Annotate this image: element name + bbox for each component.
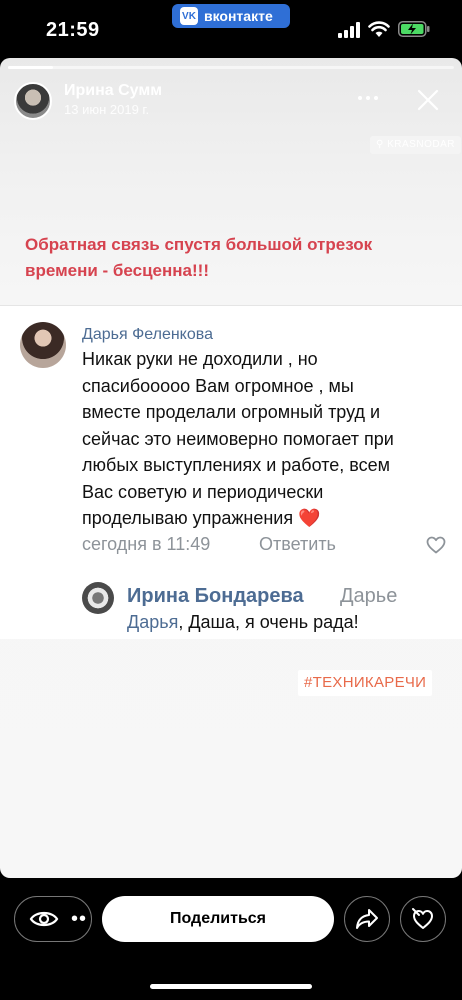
story-headline: Обратная связь спустя большой отрезок вр… [25, 235, 373, 280]
react-button[interactable] [400, 896, 446, 942]
location-pin-icon: ⚲ [376, 139, 388, 150]
reply-text: Дарья, Даша, я очень рада! [127, 612, 359, 633]
like-heart-icon [426, 536, 446, 554]
status-bar: 21:59 VK вконтакте [0, 0, 462, 58]
comment-body: Никак руки не доходили , но спасибооооо … [82, 349, 394, 528]
author-name[interactable]: Ирина Сумм [64, 82, 162, 100]
commenter-name: Дарья Феленкова [82, 326, 213, 343]
comment-time: сегодня в 11:49 [82, 534, 211, 554]
hashtag-sticker[interactable]: #ТЕХНИКАРЕЧИ [298, 670, 433, 696]
author-avatar[interactable] [14, 82, 52, 120]
story-card[interactable]: Ирина Сумм 13 июн 2019 г. ⚲ KRASNODAR Об… [0, 58, 462, 878]
reply-recipient: Дарье [340, 585, 398, 607]
wifi-icon [368, 21, 390, 37]
forward-button[interactable] [344, 896, 390, 942]
heart-add-icon [412, 908, 433, 929]
location-label: KRASNODAR [387, 139, 455, 150]
comment-screenshot: Дарья Феленкова Никак руки не доходили ,… [0, 305, 462, 639]
share-button[interactable]: Поделиться [102, 896, 334, 942]
forward-arrow-icon [356, 909, 378, 929]
signal-icon [338, 22, 360, 38]
vk-logo-icon: VK [180, 7, 198, 25]
home-indicator[interactable] [150, 984, 312, 989]
reply-link: Ответить [259, 534, 336, 554]
story-date: 13 июн 2019 г. [64, 102, 150, 117]
eye-icon [29, 911, 59, 927]
vk-app-label: вконтакте [204, 8, 273, 24]
viewers-button[interactable]: •• [14, 896, 92, 942]
heart-emoji-icon: ❤️ [298, 508, 321, 528]
story-bottom-bar: •• Поделиться [0, 880, 462, 1000]
location-badge: ⚲ KRASNODAR [370, 136, 461, 154]
viewers-count-placeholder: •• [71, 907, 88, 930]
commenter-avatar [20, 322, 66, 368]
comment-text: Никак руки не доходили , но спасибооооо … [82, 346, 412, 532]
reply-author: Ирина Бондарева [127, 585, 304, 607]
story-progress-fill [8, 66, 53, 69]
more-options-icon[interactable] [358, 96, 386, 104]
reply-mention: Дарья [127, 612, 179, 632]
close-icon[interactable] [416, 88, 440, 112]
story-progress-bar [8, 66, 454, 69]
vk-app-pill[interactable]: VK вконтакте [172, 4, 290, 28]
status-time: 21:59 [46, 19, 100, 41]
battery-charging-icon [398, 21, 430, 37]
reply-body: , Даша, я очень рада! [178, 612, 359, 632]
reply-avatar [82, 582, 114, 614]
